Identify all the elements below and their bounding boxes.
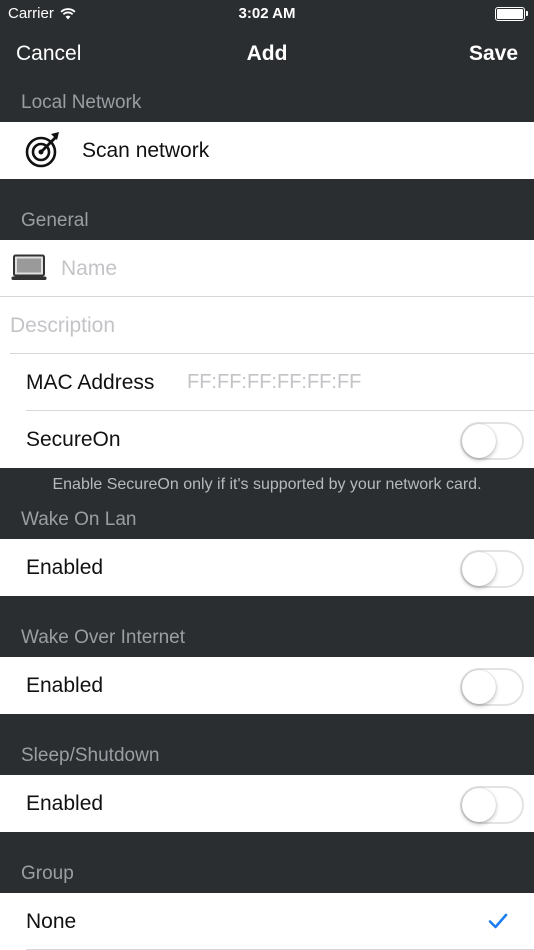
name-row[interactable]: Name [0,240,534,297]
section-header-wake-over-internet: Wake Over Internet [21,627,186,648]
secureon-toggle[interactable] [460,422,524,460]
section-header-local-network: Local Network [21,92,142,113]
radar-icon [25,132,59,168]
battery-icon [495,7,528,21]
clock: 3:02 AM [238,5,296,22]
sleep-shutdown-toggle[interactable] [460,786,524,824]
secureon-row: SecureOn [0,411,534,468]
secureon-footer-note: Enable SecureOn only if it's supported b… [52,476,482,493]
group-option-none[interactable]: None [0,893,534,950]
navigation-bar: Cancel Add Save [0,28,534,82]
status-bar: Carrier 3:02 AM [0,0,534,28]
wake-over-internet-toggle[interactable] [460,668,524,706]
section-header-general: General [21,210,89,231]
mac-address-field[interactable]: FF:FF:FF:FF:FF:FF [187,371,361,394]
toggle-knob [462,552,496,586]
wake-on-lan-toggle[interactable] [460,550,524,588]
laptop-icon [11,254,47,280]
description-row[interactable]: Description [0,297,534,354]
secureon-label: SecureOn [26,427,121,451]
section-header-wake-on-lan: Wake On Lan [21,509,137,530]
save-button[interactable]: Save [469,42,518,66]
toggle-knob [462,424,496,458]
group-option-label: None [26,909,77,933]
section-header-sleep-shutdown: Sleep/Shutdown [21,745,160,766]
wake-over-internet-enabled-label: Enabled [26,673,104,697]
sleep-shutdown-enabled-label: Enabled [26,791,104,815]
scan-network-label: Scan network [82,138,210,162]
toggle-knob [462,670,496,704]
wake-over-internet-row: Enabled [0,657,534,714]
checkmark-icon [488,913,508,929]
scan-network-row[interactable]: Scan network [0,122,534,179]
description-field[interactable]: Description [10,314,115,338]
sleep-shutdown-row: Enabled [0,775,534,832]
name-field[interactable]: Name [61,257,117,281]
toggle-knob [462,788,496,822]
mac-address-label: MAC Address [26,370,155,394]
section-header-group: Group [21,863,74,884]
page-title: Add [246,42,288,65]
wake-on-lan-enabled-label: Enabled [26,555,104,579]
wake-on-lan-row: Enabled [0,539,534,596]
mac-address-row[interactable]: MAC Address FF:FF:FF:FF:FF:FF [0,354,534,411]
